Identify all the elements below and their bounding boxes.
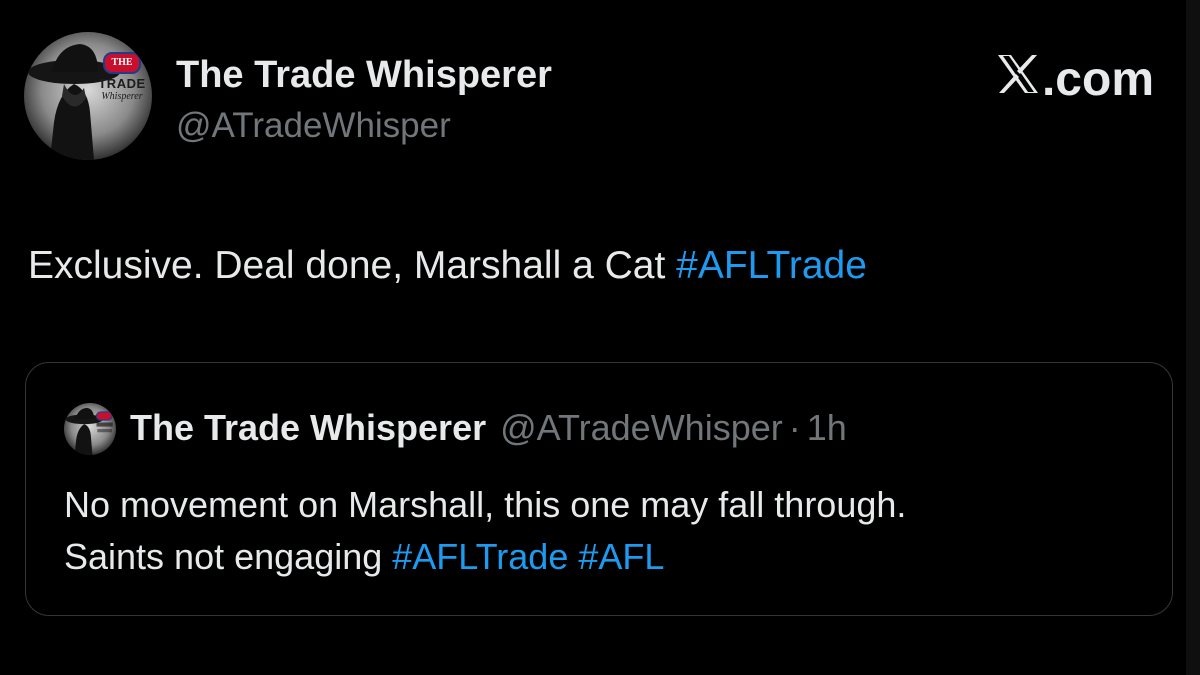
- logo-middle-text: TRADE: [98, 76, 146, 91]
- tweet-text: Exclusive. Deal done, Marshall a Cat #AF…: [28, 244, 867, 288]
- hashtag-link[interactable]: #AFLTrade: [676, 244, 867, 287]
- quoted-tweet-time[interactable]: 1h: [807, 407, 847, 449]
- hashtag-link[interactable]: #AFL: [578, 536, 664, 577]
- quoted-tweet-card[interactable]: The Trade Whisperer @ATradeWhisper · 1h …: [25, 362, 1173, 616]
- right-edge-bar: [1186, 0, 1200, 675]
- quoted-author-avatar[interactable]: [64, 403, 116, 455]
- author-handle[interactable]: @ATradeWhisper: [176, 106, 451, 146]
- quoted-line-1: No movement on Marshall, this one may fa…: [64, 484, 907, 525]
- quoted-author-name[interactable]: The Trade Whisperer: [130, 407, 486, 449]
- tweet-body: Exclusive. Deal done, Marshall a Cat: [28, 244, 677, 287]
- separator-dot: ·: [788, 407, 801, 448]
- x-logo-icon: [996, 52, 1040, 107]
- quoted-tweet-text: No movement on Marshall, this one may fa…: [64, 479, 1154, 583]
- quoted-tweet-header: The Trade Whisperer @ATradeWhisper · 1h: [130, 407, 847, 449]
- author-name[interactable]: The Trade Whisperer: [176, 54, 552, 97]
- brand-label: .com: [1041, 53, 1154, 106]
- quoted-author-handle[interactable]: @ATradeWhisper: [500, 407, 783, 449]
- quoted-line-2: Saints not engaging #AFLTrade #AFL: [64, 531, 1154, 583]
- logo-top-text: THE: [103, 52, 141, 74]
- logo-bottom-text: Whisperer: [101, 91, 143, 102]
- author-avatar[interactable]: THE TRADE Whisperer: [24, 32, 152, 160]
- logo-badge: THE TRADE Whisperer: [96, 52, 148, 102]
- x-com-brand: .com: [996, 52, 1154, 107]
- hashtag-link[interactable]: #AFLTrade: [392, 536, 568, 577]
- quoted-line-2-text: Saints not engaging: [64, 536, 393, 577]
